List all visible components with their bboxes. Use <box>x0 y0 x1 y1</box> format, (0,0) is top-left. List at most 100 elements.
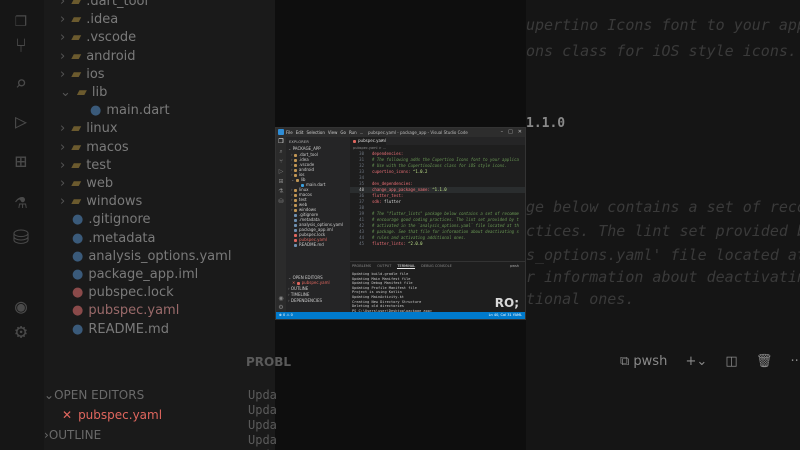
database-icon: ⛁ <box>12 225 30 249</box>
background-tree-label: .vscode <box>86 30 137 46</box>
background-tree-item: ● .gitignore <box>60 212 151 227</box>
background-tree-item: ● package_app.iml <box>60 267 198 282</box>
close-icon[interactable]: ✕ <box>518 129 522 135</box>
background-open-file-label: pubspec.yaml <box>78 408 163 422</box>
code-token: ^1.0.2 <box>412 169 428 174</box>
background-code-line: r information about deactivating <box>526 268 800 286</box>
background-explorer: ❐ ⌕ ⑂ ▷ ⊞ ⚗ ⛁ ◉ ⚙ › ▰ .dart_tool › ▰ .idea › ▰.… <box>0 0 275 450</box>
ellipsis-icon: ··· <box>790 354 800 369</box>
status-position[interactable]: Ln 40, Col 31 YAML <box>489 312 522 319</box>
code-line: sdk: flutter <box>372 199 401 204</box>
explorer-icon[interactable]: ❐ <box>277 138 285 146</box>
bottom-panel: PROBLEMS OUTPUT TERMINAL DEBUG CONSOLE pwsh… <box>350 261 525 313</box>
terminal-shell-label[interactable]: pwsh <box>510 264 519 268</box>
window-title: pubspec.yaml - package_app - Visual Stud… <box>368 130 468 135</box>
background-code-line: ctices. The lint set provided by <box>526 222 800 240</box>
menu-bar: File Edit Selection View Go Run... <box>286 130 366 135</box>
extensions-icon[interactable]: ⊞ <box>277 178 285 186</box>
background-code-line: ons class for iOS style icons. <box>526 42 797 60</box>
file-icon: ● <box>72 230 84 246</box>
tab-pubspec-yaml[interactable]: pubspec.yaml ✕ <box>350 137 386 145</box>
menu-item[interactable]: Selection <box>306 130 324 135</box>
chevron-right-icon: › <box>60 157 66 173</box>
code-line: flutter_test: <box>372 193 403 198</box>
chevron-right-icon: › <box>60 139 66 155</box>
menu-item[interactable]: ... <box>360 130 364 135</box>
background-tree-label: android <box>86 48 136 64</box>
background-tree-label: pubspec.yaml <box>88 303 180 319</box>
background-tree-label: ios <box>86 66 105 82</box>
folder-icon: ▰ <box>71 66 82 82</box>
run-debug-icon[interactable]: ▷ <box>277 168 285 176</box>
dependencies-section[interactable]: › DEPENDENCIES <box>288 298 322 303</box>
background-code-line: 1.1.0 <box>526 116 566 131</box>
menu-item[interactable]: View <box>328 130 338 135</box>
terminal-line: Project is using Kotlin <box>352 290 402 295</box>
database-icon[interactable]: ⛁ <box>277 198 285 206</box>
background-tree-label: main.dart <box>106 103 170 119</box>
line-number: 40 <box>359 187 364 192</box>
account-icon[interactable]: ◉ <box>277 295 285 303</box>
status-problems[interactable]: ⊗ 0 ⚠ 0 <box>279 312 293 319</box>
tab-problems[interactable]: PROBLEMS <box>352 264 371 268</box>
file-tree-label: README.md <box>299 242 324 247</box>
file-tree-item[interactable]: README.md <box>291 242 324 247</box>
search-icon[interactable]: ⌕ <box>277 148 285 156</box>
breadcrumb[interactable]: pubspec.yaml > ... <box>353 146 386 150</box>
vscode-logo-icon <box>278 129 284 135</box>
terminal-icon: ⧉ <box>620 354 634 369</box>
menu-item[interactable]: Run <box>349 130 357 135</box>
menu-item[interactable]: File <box>286 130 293 135</box>
code-token: change_app_package_name: <box>372 187 433 192</box>
menu-item[interactable]: Edit <box>296 130 304 135</box>
testing-icon[interactable]: ⚗ <box>277 188 285 196</box>
background-tree-label: web <box>86 176 114 191</box>
minimize-icon[interactable]: – <box>501 129 504 135</box>
project-root[interactable]: ⌄ PACKAGE_APP <box>288 146 321 151</box>
tab-debug-console[interactable]: DEBUG CONSOLE <box>421 264 452 268</box>
line-number: 35 <box>359 181 364 186</box>
menu-item[interactable]: Go <box>340 130 346 135</box>
background-open-file: ✕ pubspec.yaml <box>62 408 162 422</box>
code-token: flutter_test: <box>372 193 404 198</box>
tab-output[interactable]: OUTPUT <box>377 264 391 268</box>
line-number: 34 <box>359 175 364 180</box>
terminal-line: Updating Main Manifest file <box>352 276 411 281</box>
settings-gear-icon: ⚙ <box>14 319 28 343</box>
folder-icon: ▰ <box>71 194 82 210</box>
file-icon: ● <box>72 267 84 282</box>
timeline-section[interactable]: › TIMELINE <box>288 292 309 297</box>
settings-gear-icon[interactable]: ⚙ <box>277 304 285 312</box>
tab-terminal[interactable]: TERMINAL <box>397 264 416 269</box>
code-token: dev_dependencies: <box>372 181 413 186</box>
source-control-icon[interactable]: ⑂ <box>277 158 285 166</box>
background-tree-label: macos <box>86 139 129 155</box>
run-debug-icon: ▷ <box>14 109 28 133</box>
code-token: # The following adds the Cupertino Icons… <box>372 157 519 162</box>
activity-bar: ❐ ⌕ ⑂ ▷ ⊞ ⚗ ⛁ ◉ ⚙ <box>276 137 286 312</box>
editor-area: pubspec.yaml ✕ pubspec.yaml > ... 30 depe… <box>350 137 525 261</box>
file-icon: ● <box>90 103 102 119</box>
close-icon[interactable]: ✕ <box>292 280 297 285</box>
explorer-header: EXPLORER <box>289 140 309 144</box>
file-icon <box>294 243 297 247</box>
terminal-line: Deleting old directories <box>352 304 404 309</box>
background-tree-item: ● main.dart <box>78 103 170 118</box>
background-tree-item: ● analysis_options.yaml <box>60 249 231 264</box>
folder-icon: ▰ <box>71 139 82 155</box>
code-token: sdk: <box>372 199 385 204</box>
maximize-icon[interactable]: □ <box>508 129 513 135</box>
chevron-right-icon: › <box>60 194 66 210</box>
line-number: 42 <box>359 223 364 228</box>
open-editor-item[interactable]: ✕ pubspec.yaml <box>292 280 330 285</box>
background-tree-item: ● README.md <box>60 322 169 337</box>
background-tree-item: › ▰ windows <box>60 194 142 209</box>
timeline-label: TIMELINE <box>290 292 310 297</box>
line-number: 39 <box>359 211 364 216</box>
close-icon[interactable]: ✕ <box>381 137 384 145</box>
outline-section[interactable]: › OUTLINE <box>288 286 308 291</box>
terminal-line: Creating New Directory Structure <box>352 299 422 304</box>
search-icon: ⌕ <box>14 71 28 95</box>
background-code-line: ge below contains a set of recomm <box>526 198 800 216</box>
folder-icon: ▰ <box>71 176 82 191</box>
